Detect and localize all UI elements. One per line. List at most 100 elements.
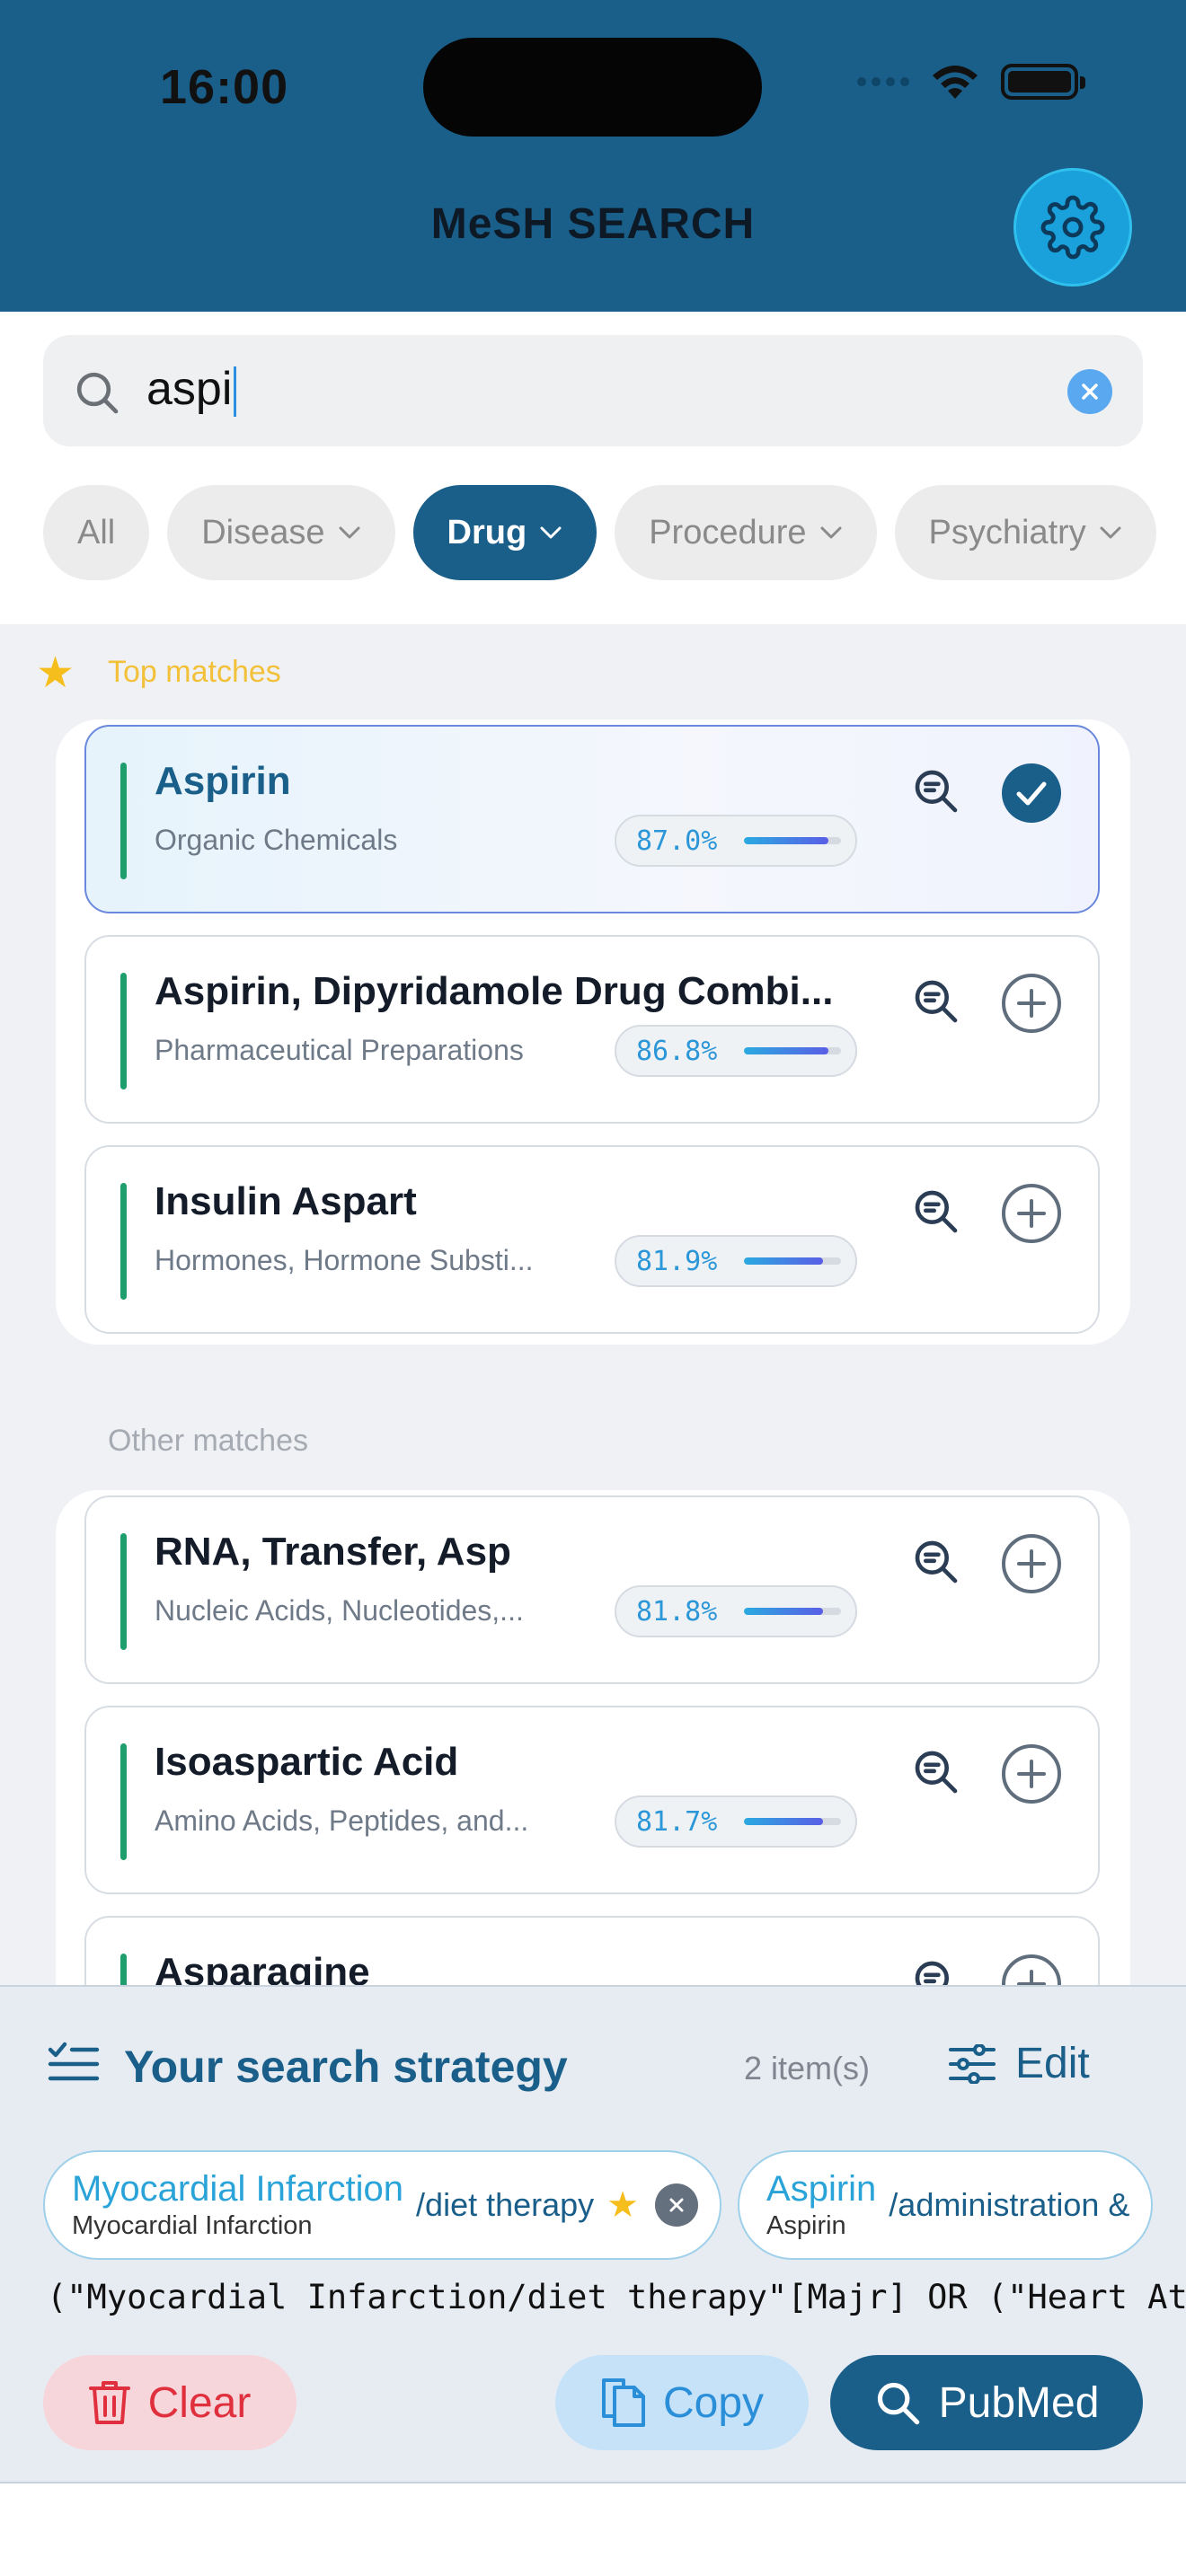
filter-chip-psychiatry[interactable]: Psychiatry bbox=[894, 485, 1156, 580]
battery-icon bbox=[1001, 64, 1085, 100]
score-bar-fill bbox=[744, 837, 828, 844]
result-name: RNA, Transfer, Asp bbox=[155, 1530, 511, 1574]
score-bar-track bbox=[744, 1047, 841, 1054]
result-card[interactable]: RNA, Transfer, Asp Nucleic Acids, Nucleot… bbox=[84, 1495, 1100, 1684]
star-icon: ★ bbox=[36, 649, 75, 697]
add-icon[interactable] bbox=[1001, 1183, 1062, 1244]
home-indicator-area bbox=[0, 2483, 1186, 2576]
strategy-title: Your search strategy bbox=[124, 2042, 568, 2092]
filter-chip-disease[interactable]: Disease bbox=[167, 485, 395, 580]
close-icon bbox=[1082, 384, 1098, 400]
status-icons bbox=[857, 63, 1085, 101]
match-indicator-bar bbox=[120, 763, 127, 879]
app-header: 16:00 MeSH SEARCH bbox=[0, 0, 1186, 312]
chevron-down-icon bbox=[339, 526, 360, 539]
filter-chip-drug[interactable]: Drug bbox=[412, 485, 597, 580]
filter-chips: All Disease Drug Procedure Psychiatry bbox=[43, 485, 1156, 580]
sliders-icon bbox=[949, 2043, 996, 2084]
term-subtitle: Aspirin bbox=[766, 2211, 846, 2240]
zoom-search-icon[interactable] bbox=[911, 1537, 961, 1587]
strategy-term-chip[interactable]: Aspirin Aspirin/administration & bbox=[738, 2150, 1154, 2260]
score-pill: 81.8% bbox=[615, 1585, 857, 1637]
clear-button[interactable]: Clear bbox=[43, 2355, 296, 2450]
top-matches-group: Aspirin Organic Chemicals 87.0% Aspirin, Di… bbox=[56, 719, 1130, 1345]
search-query-text[interactable]: aspi bbox=[146, 362, 237, 418]
result-card[interactable]: Asparagine bbox=[84, 1916, 1100, 1985]
match-indicator-bar bbox=[120, 1743, 127, 1860]
result-category: Amino Acids, Peptides, and... bbox=[155, 1804, 529, 1837]
copy-button[interactable]: Copy bbox=[555, 2355, 809, 2450]
result-category: Hormones, Hormone Substi... bbox=[155, 1244, 534, 1276]
result-name: Asparagine bbox=[155, 1950, 370, 1985]
query-string: ("Myocardial Infarction/diet therapy"[Ma… bbox=[47, 2278, 1186, 2316]
filter-chip-label: Psychiatry bbox=[928, 513, 1086, 551]
strategy-term-chip[interactable]: Myocardial Infarction Myocardial Infarcti… bbox=[43, 2150, 722, 2260]
term-labels: Aspirin Aspirin bbox=[766, 2168, 876, 2242]
match-indicator-bar bbox=[120, 973, 127, 1090]
result-name: Insulin Aspart bbox=[155, 1179, 417, 1223]
remove-term-button[interactable] bbox=[655, 2183, 699, 2227]
result-card[interactable]: Insulin Aspart Hormones, Hormone Substi..… bbox=[84, 1145, 1100, 1334]
result-category: Pharmaceutical Preparations bbox=[155, 1034, 524, 1066]
zoom-search-icon[interactable] bbox=[911, 976, 961, 1027]
score-bar-fill bbox=[744, 1257, 824, 1265]
app-title: MeSH SEARCH bbox=[430, 200, 756, 248]
score-bar-track bbox=[744, 1608, 841, 1615]
term-name: Aspirin bbox=[766, 2169, 877, 2209]
term-qualifier: /diet therapy bbox=[416, 2186, 595, 2223]
add-icon[interactable] bbox=[1001, 1743, 1062, 1804]
results-list[interactable]: ★ Top matches Aspirin Organic Chemicals 87… bbox=[0, 624, 1186, 1985]
zoom-search-icon[interactable] bbox=[911, 1187, 961, 1237]
copy-icon bbox=[601, 2378, 645, 2427]
checkmark-icon[interactable] bbox=[1001, 763, 1062, 824]
score-bar-track bbox=[744, 1818, 841, 1825]
score-bar-fill bbox=[744, 1608, 824, 1615]
result-card[interactable]: Aspirin Organic Chemicals 87.0% bbox=[84, 725, 1100, 913]
search-input[interactable]: aspi bbox=[43, 335, 1143, 446]
score-bar-fill bbox=[744, 1818, 824, 1825]
other-matches-label: Other matches bbox=[108, 1424, 308, 1458]
term-name: Myocardial Infarction bbox=[72, 2169, 404, 2209]
chevron-down-icon bbox=[1100, 526, 1121, 539]
strategy-terms: Myocardial Infarction Myocardial Infarcti… bbox=[43, 2150, 1154, 2260]
edit-strategy-button[interactable]: Edit bbox=[949, 2039, 1090, 2088]
zoom-search-icon[interactable] bbox=[911, 766, 961, 816]
search-icon bbox=[76, 372, 119, 414]
result-name: Aspirin, Dipyridamole Drug Combi... bbox=[155, 969, 834, 1013]
clear-search-button[interactable] bbox=[1067, 369, 1112, 414]
score-text: 81.8% bbox=[636, 1595, 718, 1628]
zoom-search-icon[interactable] bbox=[911, 1747, 961, 1797]
copy-label: Copy bbox=[662, 2378, 765, 2427]
pubmed-button[interactable]: PubMed bbox=[830, 2355, 1143, 2450]
score-bar-fill bbox=[744, 1047, 828, 1054]
close-icon bbox=[669, 2198, 684, 2212]
signal-dots-icon bbox=[857, 77, 909, 86]
search-icon bbox=[877, 2382, 919, 2425]
gear-icon bbox=[1040, 195, 1105, 260]
strategy-count: 2 item(s) bbox=[744, 2050, 871, 2086]
match-indicator-bar bbox=[120, 1183, 127, 1300]
chevron-down-icon bbox=[820, 526, 842, 539]
filter-chip-all[interactable]: All bbox=[43, 485, 150, 580]
score-pill: 81.7% bbox=[615, 1795, 857, 1848]
trash-icon bbox=[88, 2381, 130, 2424]
result-category: Organic Chemicals bbox=[155, 824, 398, 856]
zoom-search-icon[interactable] bbox=[911, 1957, 961, 1985]
add-icon[interactable] bbox=[1001, 973, 1062, 1034]
score-pill: 87.0% bbox=[615, 815, 857, 867]
result-card[interactable]: Aspirin, Dipyridamole Drug Combi... Pharm… bbox=[84, 935, 1100, 1124]
score-text: 86.8% bbox=[636, 1035, 718, 1067]
checklist-icon bbox=[48, 2042, 100, 2081]
dynamic-island bbox=[423, 38, 762, 137]
filter-chip-procedure[interactable]: Procedure bbox=[615, 485, 877, 580]
score-text: 81.9% bbox=[636, 1245, 718, 1277]
filter-chip-label: All bbox=[77, 513, 116, 551]
edit-label: Edit bbox=[1015, 2040, 1090, 2087]
add-icon[interactable] bbox=[1001, 1533, 1062, 1594]
filter-chip-label: Procedure bbox=[649, 513, 807, 551]
add-icon[interactable] bbox=[1001, 1954, 1062, 1985]
filter-chip-label: Drug bbox=[447, 513, 527, 551]
settings-button[interactable] bbox=[1013, 168, 1132, 287]
match-indicator-bar bbox=[120, 1533, 127, 1650]
result-card[interactable]: Isoaspartic Acid Amino Acids, Peptides, a… bbox=[84, 1706, 1100, 1894]
